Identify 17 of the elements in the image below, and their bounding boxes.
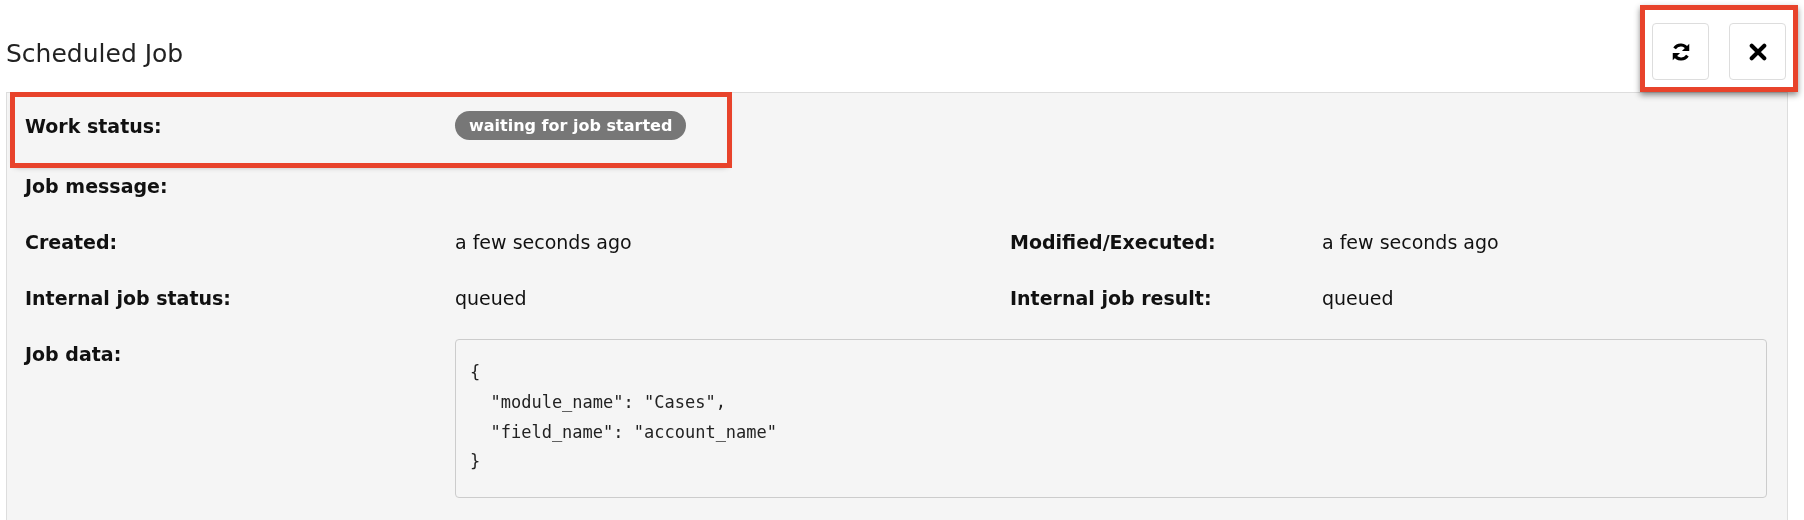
field-label: Job data: bbox=[25, 343, 123, 365]
field-value: a few seconds ago bbox=[455, 231, 633, 253]
field-value: queued bbox=[455, 287, 528, 309]
field-label: Work status: bbox=[25, 115, 163, 137]
field-label: Modified/Executed: bbox=[1010, 231, 1217, 253]
refresh-button[interactable] bbox=[1652, 23, 1709, 80]
close-icon bbox=[1748, 42, 1767, 61]
close-button[interactable] bbox=[1729, 23, 1786, 80]
field-label: Created: bbox=[25, 231, 119, 253]
field-value: queued bbox=[1322, 287, 1395, 309]
field-label: Internal job status: bbox=[25, 287, 232, 309]
field-label: Internal job result: bbox=[1010, 287, 1213, 309]
status-badge: waiting for job started bbox=[455, 111, 687, 140]
field-value: a few seconds ago bbox=[1322, 231, 1500, 253]
code-block: { "module_name": "Cases", "field_name": "account_name" } bbox=[455, 339, 1767, 498]
dialog-title: Scheduled Job bbox=[6, 38, 184, 68]
field-label: Job message: bbox=[25, 175, 169, 197]
